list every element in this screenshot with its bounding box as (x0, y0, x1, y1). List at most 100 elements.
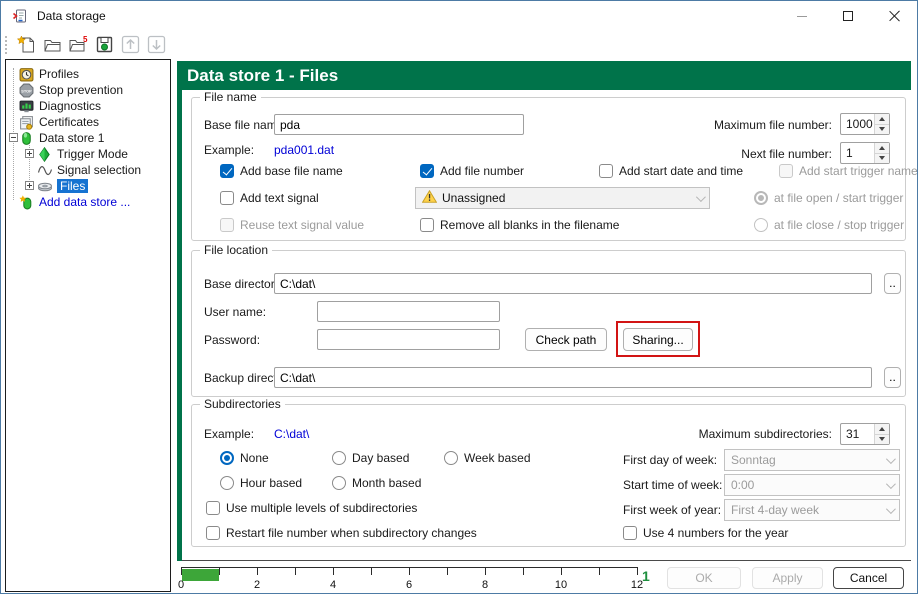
checkbox-add-start-date-and-time[interactable]: Add start date and time (599, 164, 743, 178)
checkbox-restart-file-number[interactable]: Restart file number when subdirectory ch… (206, 526, 477, 540)
move-up-icon (121, 35, 140, 54)
open-configuration-button[interactable] (40, 33, 65, 57)
radio-hour-based[interactable]: Hour based (220, 476, 302, 490)
tree-item-diagnostics[interactable]: Diagnostics (18, 98, 101, 114)
move-down-icon (147, 35, 166, 54)
tree-item-label: Profiles (39, 67, 79, 81)
base-directory-input[interactable] (274, 273, 872, 294)
tree-item-data-store-1[interactable]: Data store 1 (18, 130, 104, 146)
checkbox-add-text-signal[interactable]: Add text signal (220, 191, 319, 205)
example-label: Example: (204, 143, 254, 157)
checkbox-use-multiple-levels[interactable]: Use multiple levels of subdirectories (206, 501, 417, 515)
ruler-tick-label: 6 (406, 579, 412, 591)
radio-icon (754, 218, 768, 232)
max-file-number-stepper: 1000 (840, 113, 890, 135)
open-recent-configuration-icon: 5 (68, 35, 89, 54)
radio-week-based[interactable]: Week based (444, 451, 531, 465)
tree-item-stop-prevention[interactable]: STOP Stop prevention (18, 82, 123, 98)
radio-label: Week based (464, 451, 531, 465)
checkbox-add-base-file-name[interactable]: Add base file name (220, 164, 343, 178)
cancel-button[interactable]: Cancel (833, 567, 904, 589)
check-path-button[interactable]: Check path (525, 328, 607, 351)
ruler-tick-label: 0 (178, 579, 184, 591)
maximize-button[interactable] (825, 1, 871, 31)
close-icon (888, 10, 900, 22)
file-number-ruler: 0 2 4 6 8 10 12 (181, 567, 638, 593)
backup-directory-input[interactable] (274, 367, 872, 388)
tree-item-certificates[interactable]: Certificates (18, 114, 99, 130)
tree-item-profiles[interactable]: Profiles (18, 66, 79, 82)
spin-up-button[interactable] (875, 143, 889, 153)
file-location-group: File location Base directory: .. User na… (191, 250, 906, 397)
collapse-toggle-data-store[interactable] (9, 133, 18, 142)
checkbox-icon (220, 191, 234, 205)
chevron-down-icon (886, 454, 896, 464)
max-subdirectories-stepper: 31 (840, 423, 890, 445)
password-label: Password: (204, 333, 260, 347)
file-name-group: File name Base file name: Maximum file n… (191, 97, 906, 241)
radio-at-file-close: at file close / stop trigger (754, 218, 904, 232)
browse-backup-directory-button[interactable]: .. (884, 367, 901, 388)
new-configuration-icon (17, 35, 36, 54)
first-day-of-week-value: Sonntag (731, 453, 776, 467)
minimize-button[interactable] (779, 1, 825, 31)
new-configuration-button[interactable] (14, 33, 39, 57)
current-file-number: 1 (642, 568, 650, 584)
signal-selection-icon (36, 163, 53, 177)
checkbox-icon (206, 501, 220, 515)
panel-title: Data store 1 - Files (177, 61, 911, 90)
spin-up-button[interactable] (875, 114, 889, 124)
window-title: Data storage (37, 9, 106, 23)
spin-down-button[interactable] (875, 124, 889, 135)
password-input[interactable] (317, 329, 500, 350)
save-configuration-button[interactable] (92, 33, 117, 57)
user-name-input[interactable] (317, 301, 500, 322)
max-subdirectories-value[interactable]: 31 (841, 424, 874, 444)
start-time-of-week-value: 0:00 (731, 478, 754, 492)
tree-item-add-data-store[interactable]: Add data store ... (18, 194, 130, 210)
tree-item-signal-selection[interactable]: Signal selection (36, 162, 141, 178)
radio-label: Hour based (240, 476, 302, 490)
browse-base-directory-button[interactable]: .. (884, 273, 901, 294)
certificates-icon (18, 115, 35, 130)
checkbox-remove-all-blanks[interactable]: Remove all blanks in the filename (420, 218, 619, 232)
spin-down-button[interactable] (875, 434, 889, 445)
base-file-name-input[interactable] (274, 114, 524, 135)
ok-button: OK (667, 567, 741, 589)
spin-up-button[interactable] (875, 424, 889, 434)
radio-none[interactable]: None (220, 451, 269, 465)
radio-at-file-open: at file open / start trigger (754, 191, 903, 205)
trigger-mode-icon (36, 147, 53, 162)
radio-icon (754, 191, 768, 205)
next-file-number-value[interactable]: 1 (841, 143, 874, 163)
first-week-of-year-dropdown: First 4-day week (724, 499, 900, 521)
close-button[interactable] (871, 1, 917, 31)
profiles-icon (18, 67, 35, 82)
example-label: Example: (204, 427, 254, 441)
checkbox-add-file-number[interactable]: Add file number (420, 164, 524, 178)
radio-day-based[interactable]: Day based (332, 451, 409, 465)
radio-month-based[interactable]: Month based (332, 476, 421, 490)
stop-prevention-icon: STOP (18, 83, 35, 98)
radio-label: at file close / stop trigger (774, 218, 904, 232)
radio-label: Day based (352, 451, 409, 465)
tree-item-label: Data store 1 (39, 131, 104, 145)
checkbox-use-4-numbers[interactable]: Use 4 numbers for the year (623, 526, 788, 540)
max-file-number-value[interactable]: 1000 (841, 114, 874, 134)
app-icon (12, 8, 28, 24)
expand-toggle-files[interactable] (25, 181, 34, 190)
toolbar-grip (5, 36, 8, 54)
open-recent-configuration-button[interactable]: 5 (66, 33, 91, 57)
max-subdirectories-label: Maximum subdirectories: (699, 427, 832, 441)
move-up-button (118, 33, 143, 57)
tree-item-trigger-mode[interactable]: Trigger Mode (36, 146, 128, 162)
tree-item-label-selected: Files (57, 179, 88, 193)
spin-down-button[interactable] (875, 153, 889, 164)
checkbox-icon (420, 164, 434, 178)
radio-label: None (240, 451, 269, 465)
checkbox-icon (220, 164, 234, 178)
tree-item-files[interactable]: Files (36, 178, 88, 194)
expand-toggle-trigger-mode[interactable] (25, 149, 34, 158)
checkbox-icon (206, 526, 220, 540)
file-location-legend: File location (200, 243, 272, 257)
